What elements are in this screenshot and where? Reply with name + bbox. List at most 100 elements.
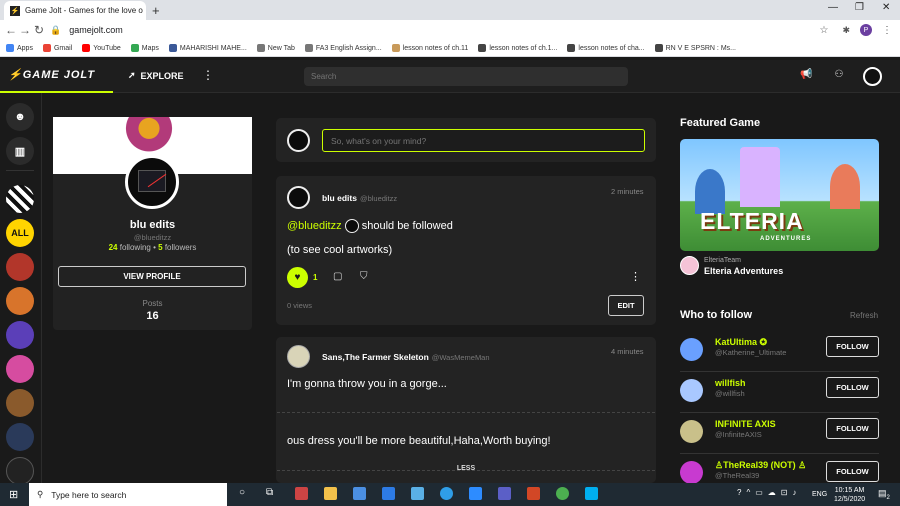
dropbox-icon[interactable] <box>382 487 395 500</box>
followers-label[interactable]: followers <box>165 243 197 252</box>
like-count[interactable]: 1 <box>313 273 317 282</box>
post-author[interactable]: blu edits @blueditzz <box>322 193 397 203</box>
chrome-menu-icon[interactable]: ⋮ <box>882 25 892 36</box>
featured-team-name[interactable]: ElteriaTeam <box>704 257 741 264</box>
forward-icon[interactable]: → <box>18 23 32 37</box>
post-options-icon[interactable]: ⋮ <box>630 270 641 283</box>
browser-tab[interactable]: ⚡ Game Jolt - Games for the love o ✕ <box>4 1 146 20</box>
followers-count[interactable]: 5 <box>158 243 162 252</box>
like-button[interactable]: ♥ <box>287 267 308 288</box>
bookmark-item[interactable]: lesson notes of ch.1... <box>478 44 557 52</box>
more-menu-icon[interactable]: ⋮ <box>202 68 214 82</box>
community-brown-icon[interactable] <box>6 389 34 417</box>
cortana-icon[interactable]: ○ <box>239 487 245 498</box>
gamejolt-logo[interactable]: ⚡GAME JOLT <box>8 68 95 81</box>
suggestion-name[interactable]: KatUltima ✪ <box>715 337 767 348</box>
back-icon[interactable]: ← <box>4 23 18 37</box>
system-tray-icons[interactable]: ?^▭☁⊡♪ <box>737 488 801 497</box>
windows-start-icon[interactable]: ⊞ <box>9 488 18 501</box>
bookmark-star-icon[interactable]: ☆ <box>819 25 828 36</box>
community-dark-icon[interactable] <box>6 457 34 485</box>
close-window-icon[interactable]: ✕ <box>882 2 890 13</box>
url-bar[interactable]: gamejolt.com <box>69 25 123 35</box>
file-explorer-icon[interactable] <box>324 487 337 500</box>
library-icon[interactable]: ▥ <box>6 137 34 165</box>
community-amongus-icon[interactable] <box>6 423 34 451</box>
community-fnaf-icon[interactable] <box>6 253 34 281</box>
chrome-icon[interactable] <box>556 487 569 500</box>
profile-avatar[interactable] <box>125 155 179 209</box>
extensions-icon[interactable]: ✱ <box>842 25 850 36</box>
bookmark-item[interactable]: FA3 English Assign... <box>304 44 382 52</box>
comment-icon[interactable]: ▢ <box>333 271 342 282</box>
search-input[interactable] <box>304 67 628 86</box>
post-author-avatar[interactable] <box>287 345 310 368</box>
follow-button[interactable]: FOLLOW <box>826 336 879 357</box>
taskbar-app-icon[interactable] <box>295 487 308 500</box>
bookmark-item[interactable]: Gmail <box>42 44 72 52</box>
community-checker-icon[interactable] <box>6 185 34 213</box>
follow-button[interactable]: FOLLOW <box>826 418 879 439</box>
language-indicator[interactable]: ENG <box>812 491 827 498</box>
community-orange-icon[interactable] <box>6 287 34 315</box>
bookmark-item[interactable]: YouTube <box>82 44 121 52</box>
featured-team-avatar[interactable] <box>680 256 699 275</box>
post-author-avatar[interactable] <box>287 186 310 209</box>
community-purple-icon[interactable] <box>6 321 34 349</box>
zoom-icon[interactable] <box>469 487 482 500</box>
maximize-icon[interactable]: ❐ <box>855 2 864 13</box>
less-button[interactable]: LESS <box>276 465 656 472</box>
skype-icon[interactable] <box>585 487 598 500</box>
share-icon[interactable]: ⛉ <box>360 271 368 282</box>
mention-avatar <box>344 219 359 233</box>
following-count[interactable]: 24 <box>109 243 118 252</box>
post-time[interactable]: 4 minutes <box>611 347 644 356</box>
store-icon[interactable] <box>353 487 366 500</box>
following-label[interactable]: following <box>120 243 151 252</box>
follow-button[interactable]: FOLLOW <box>826 377 879 398</box>
profile-avatar-icon[interactable]: P <box>860 24 872 36</box>
task-view-icon[interactable]: ⧉ <box>266 487 273 498</box>
teams-icon[interactable] <box>498 487 511 500</box>
suggestion-name[interactable]: willfish <box>715 378 746 388</box>
community-pink-icon[interactable] <box>6 355 34 383</box>
edge-icon[interactable] <box>440 487 453 500</box>
community-all[interactable]: ALL <box>6 219 34 247</box>
suggestion-name[interactable]: ♙TheReal39 (NOT) ♙ <box>715 461 806 471</box>
powerpoint-icon[interactable] <box>527 487 540 500</box>
bookmark-item[interactable]: lesson notes of cha... <box>567 44 645 52</box>
post-time[interactable]: 2 minutes <box>611 187 644 196</box>
megaphone-icon[interactable]: 📢 <box>800 69 812 80</box>
friends-icon[interactable]: ⚇ <box>834 69 843 80</box>
suggestion-name[interactable]: INFINITE AXIS <box>715 419 776 429</box>
taskbar-search[interactable]: ⚲ Type here to search <box>29 483 227 506</box>
lock-icon[interactable]: 🔒 <box>50 25 61 36</box>
bookmark-item[interactable]: lesson notes of ch.11 <box>391 44 468 52</box>
bookmark-item[interactable]: Maps <box>130 44 159 52</box>
minimize-icon[interactable]: — <box>828 2 838 13</box>
bookmark-item[interactable]: New Tab <box>256 44 295 52</box>
composer-input[interactable] <box>322 129 645 152</box>
bookmark-item[interactable]: Apps <box>6 44 33 52</box>
refresh-link[interactable]: Refresh <box>850 311 878 320</box>
post-author[interactable]: Sans,The Farmer Skeleton @WasMemeMan <box>322 352 490 362</box>
featured-game-name[interactable]: Elteria Adventures <box>704 266 783 276</box>
follow-button[interactable]: FOLLOW <box>826 461 879 482</box>
bookmark-item[interactable]: MAHARISHI MAHE... <box>168 44 247 52</box>
user-avatar[interactable] <box>863 67 882 86</box>
bot-icon[interactable]: ☻ <box>6 103 34 131</box>
explore-link[interactable]: ➚ EXPLORE <box>128 70 184 81</box>
suggestion-avatar[interactable] <box>680 420 703 443</box>
mention-link[interactable]: @blueditzz <box>287 220 342 232</box>
suggestion-avatar[interactable] <box>680 379 703 402</box>
bookmark-item[interactable]: RN V E SPSRN : Ms... <box>654 44 736 52</box>
new-tab-icon[interactable]: + <box>152 3 160 18</box>
suggestion-avatar[interactable] <box>680 461 703 483</box>
suggestion-avatar[interactable] <box>680 338 703 361</box>
reload-icon[interactable]: ↻ <box>32 23 46 37</box>
taskbar-clock[interactable]: 10:15 AM 12/5/2020 <box>834 486 865 504</box>
view-profile-button[interactable]: VIEW PROFILE <box>58 266 246 287</box>
notification-center-icon[interactable]: ▤2 <box>878 488 890 501</box>
taskbar-app-icon[interactable] <box>411 487 424 500</box>
edit-button[interactable]: EDIT <box>608 295 644 316</box>
